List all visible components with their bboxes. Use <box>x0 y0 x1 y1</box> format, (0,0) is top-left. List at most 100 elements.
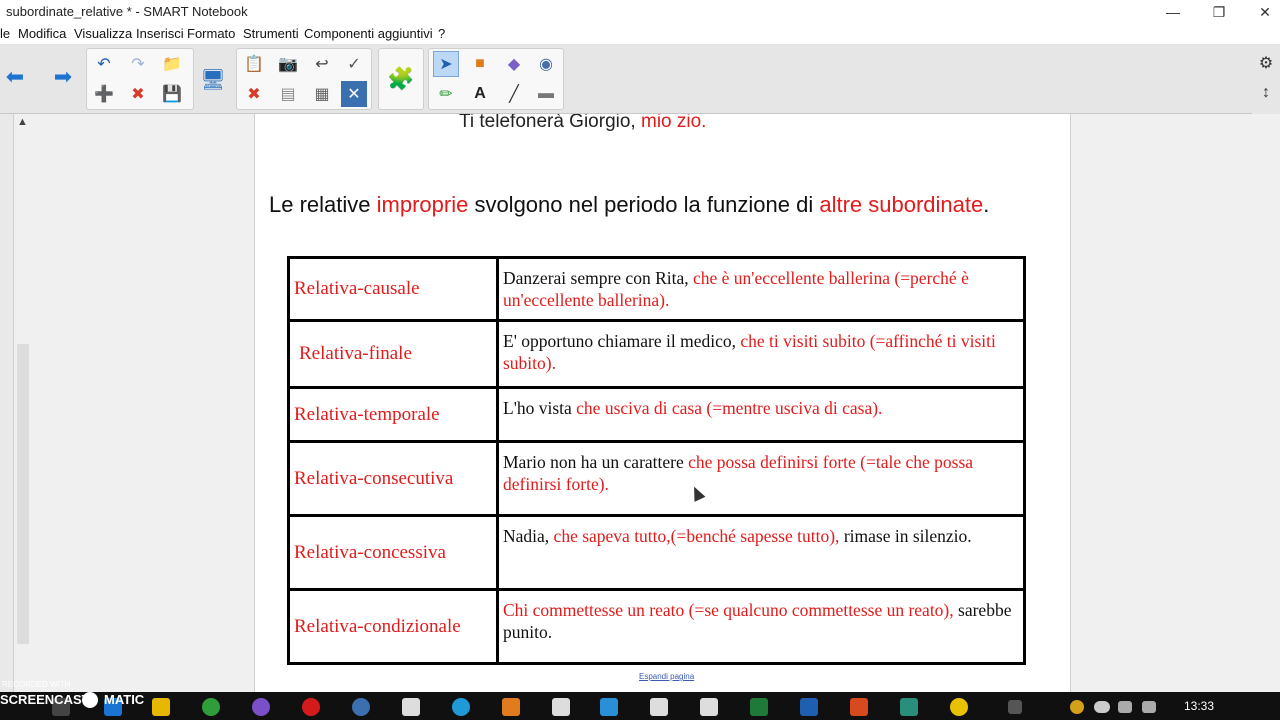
example-sentence: Ti telefonerà Giorgio, mio zio. <box>459 114 706 133</box>
definition-part-b: svolgono nel periodo la funzione di <box>468 192 820 217</box>
undo-icon[interactable]: ↶ <box>91 51 117 77</box>
example-plain: Mario non ha un carattere <box>503 452 689 472</box>
minimize-button[interactable]: — <box>1158 2 1188 22</box>
menu-componenti[interactable]: Componenti aggiuntivi <box>304 26 433 41</box>
table-row: Relativa-concessiva Nadia, che sapeva tu… <box>287 514 1026 591</box>
close-button[interactable]: ✕ <box>1250 2 1280 22</box>
notebook-page[interactable]: Ti telefonerà Giorgio, mio zio. Le relat… <box>254 114 1071 692</box>
table-row: Relativa-causale Danzerai sempre con Rit… <box>287 256 1026 322</box>
menu-formato[interactable]: Formato <box>187 26 235 41</box>
app2-icon[interactable] <box>900 698 918 716</box>
file-explorer-icon[interactable] <box>152 698 170 716</box>
windows-taskbar: 13:33 <box>0 692 1280 720</box>
watermark-brand: SCREENCAST <box>0 692 90 707</box>
forward-arrow-icon[interactable]: ➡ <box>50 64 76 90</box>
screen-capture-icon[interactable]: 📷 <box>275 51 301 77</box>
text-icon[interactable]: A <box>467 81 493 107</box>
table-icon[interactable]: ▦ <box>309 81 335 107</box>
tray-app-icon[interactable] <box>1070 700 1084 714</box>
opera-icon[interactable] <box>302 698 320 716</box>
shapes-icon[interactable]: ■ <box>467 51 493 77</box>
open-folder-icon[interactable]: 📁 <box>159 51 185 77</box>
close-x-icon[interactable]: ✕ <box>341 81 367 107</box>
spell-check-icon[interactable]: ✓ <box>341 51 367 77</box>
pens-icon[interactable]: ✏ <box>433 81 459 107</box>
menu-modifica[interactable]: Modifica <box>18 26 66 41</box>
definition-highlight-subordinate: altre subordinate <box>819 192 984 217</box>
people-icon[interactable] <box>1008 700 1022 714</box>
fill-icon[interactable]: ◉ <box>533 51 559 77</box>
puzzle-icon[interactable]: 🧩 <box>387 66 414 92</box>
media-icon[interactable] <box>352 698 370 716</box>
menu-file[interactable]: le <box>0 26 10 41</box>
select-pointer-icon[interactable]: ➤ <box>433 51 459 77</box>
line-icon[interactable]: ╱ <box>501 81 527 107</box>
calendar-icon[interactable] <box>650 698 668 716</box>
watermark-recorded: RECORDED WITH <box>2 680 71 689</box>
restore-button[interactable]: ❐ <box>1204 2 1234 22</box>
taskbar-clock[interactable]: 13:33 <box>1184 699 1214 713</box>
menu-visualizza[interactable]: Visualizza <box>74 26 132 41</box>
display-screen-icon[interactable]: 🖥 <box>200 66 226 92</box>
drawing-tool-group: ➤ ■ ◆ ◉ ✏ A ╱ ▬ <box>428 48 564 110</box>
window-title: subordinate_relative * - SMART Notebook <box>6 4 248 19</box>
save-icon[interactable]: 💾 <box>159 81 185 107</box>
row-label: Relativa-concessiva <box>287 514 499 591</box>
volume-icon[interactable] <box>1142 701 1156 713</box>
table-row: Relativa-temporale L'ho vista che usciva… <box>287 386 1026 443</box>
expand-page-link[interactable]: Espandi pagina <box>639 672 694 681</box>
undo-redo-icon[interactable]: ↩ <box>309 51 335 77</box>
app3-icon[interactable] <box>950 698 968 716</box>
row-example: Nadia, che sapeva tutto,(=benché sapesse… <box>496 514 1026 591</box>
example-red: che sapeva tutto,(=benché sapesse tutto)… <box>553 526 840 546</box>
example-plain: Nadia, <box>503 526 554 546</box>
eraser-shape-icon[interactable]: ◆ <box>501 51 527 77</box>
table-row: Relativa-consecutiva Mario non ha un car… <box>287 440 1026 517</box>
example-plain: L'ho vista <box>503 398 577 418</box>
row-label: Relativa-consecutiva <box>287 440 499 517</box>
settings-gear-icon[interactable]: ⚙ <box>1253 50 1279 76</box>
powerpoint-icon[interactable] <box>850 698 868 716</box>
definition-period: . <box>983 192 990 217</box>
back-arrow-icon[interactable]: ⬅ <box>2 64 28 90</box>
word-icon[interactable] <box>800 698 818 716</box>
vertical-scrollbar[interactable]: ▲ <box>14 114 32 692</box>
battery-icon[interactable] <box>1118 701 1132 713</box>
row-example: Chi commettesse un reato (=se qualcuno c… <box>496 588 1026 665</box>
screen-shade-icon[interactable]: ▤ <box>275 81 301 107</box>
watermark-brand2: MATIC <box>104 692 145 707</box>
example-plain: E' opportuno chiamare il medico, <box>503 331 741 351</box>
edit-tool-group: ↶ ↷ 📁 ➕ ✖ 💾 <box>86 48 194 110</box>
table-row: Relativa-finale E' opportuno chiamare il… <box>287 319 1026 389</box>
eraser-icon[interactable]: ▬ <box>533 81 559 107</box>
browser-icon[interactable] <box>452 698 470 716</box>
scroll-up-icon[interactable]: ▲ <box>17 116 28 128</box>
delete-page-icon[interactable]: ✖ <box>125 81 151 107</box>
example-text: Ti telefonerà Giorgio, <box>459 114 641 132</box>
row-label: Relativa-finale <box>287 319 499 389</box>
calculator-icon[interactable] <box>700 698 718 716</box>
excel-icon[interactable] <box>750 698 768 716</box>
example-plain: Danzerai sempre con Rita, <box>503 268 693 288</box>
smart-notebook-icon[interactable] <box>600 698 618 716</box>
delete-icon[interactable]: ✖ <box>241 81 267 107</box>
title-bar: subordinate_relative * - SMART Notebook … <box>0 0 1280 24</box>
menu-strumenti[interactable]: Strumenti <box>243 26 299 41</box>
app-icon[interactable] <box>252 698 270 716</box>
move-toolbar-icon[interactable]: ↕ <box>1253 80 1279 106</box>
onedrive-icon[interactable] <box>1094 701 1110 713</box>
row-example: L'ho vista che usciva di casa (=mentre u… <box>496 386 1026 443</box>
menu-inserisci[interactable]: Inserisci <box>136 26 184 41</box>
menu-help[interactable]: ? <box>438 26 445 41</box>
example-red: che usciva di casa (=mentre usciva di ca… <box>576 398 883 418</box>
scroll-thumb[interactable] <box>17 344 29 644</box>
insert-tool-group: 📋 📷 ↩ ✓ ✖ ▤ ▦ ✕ <box>236 48 372 110</box>
add-page-icon[interactable]: ➕ <box>91 81 117 107</box>
redo-icon[interactable]: ↷ <box>125 51 151 77</box>
document-icon[interactable] <box>402 698 420 716</box>
paste-icon[interactable]: 📋 <box>241 51 267 77</box>
store-icon[interactable] <box>502 698 520 716</box>
notes-icon[interactable] <box>552 698 570 716</box>
example-plain-end: rimase in silenzio. <box>839 526 972 546</box>
chrome-icon[interactable] <box>202 698 220 716</box>
